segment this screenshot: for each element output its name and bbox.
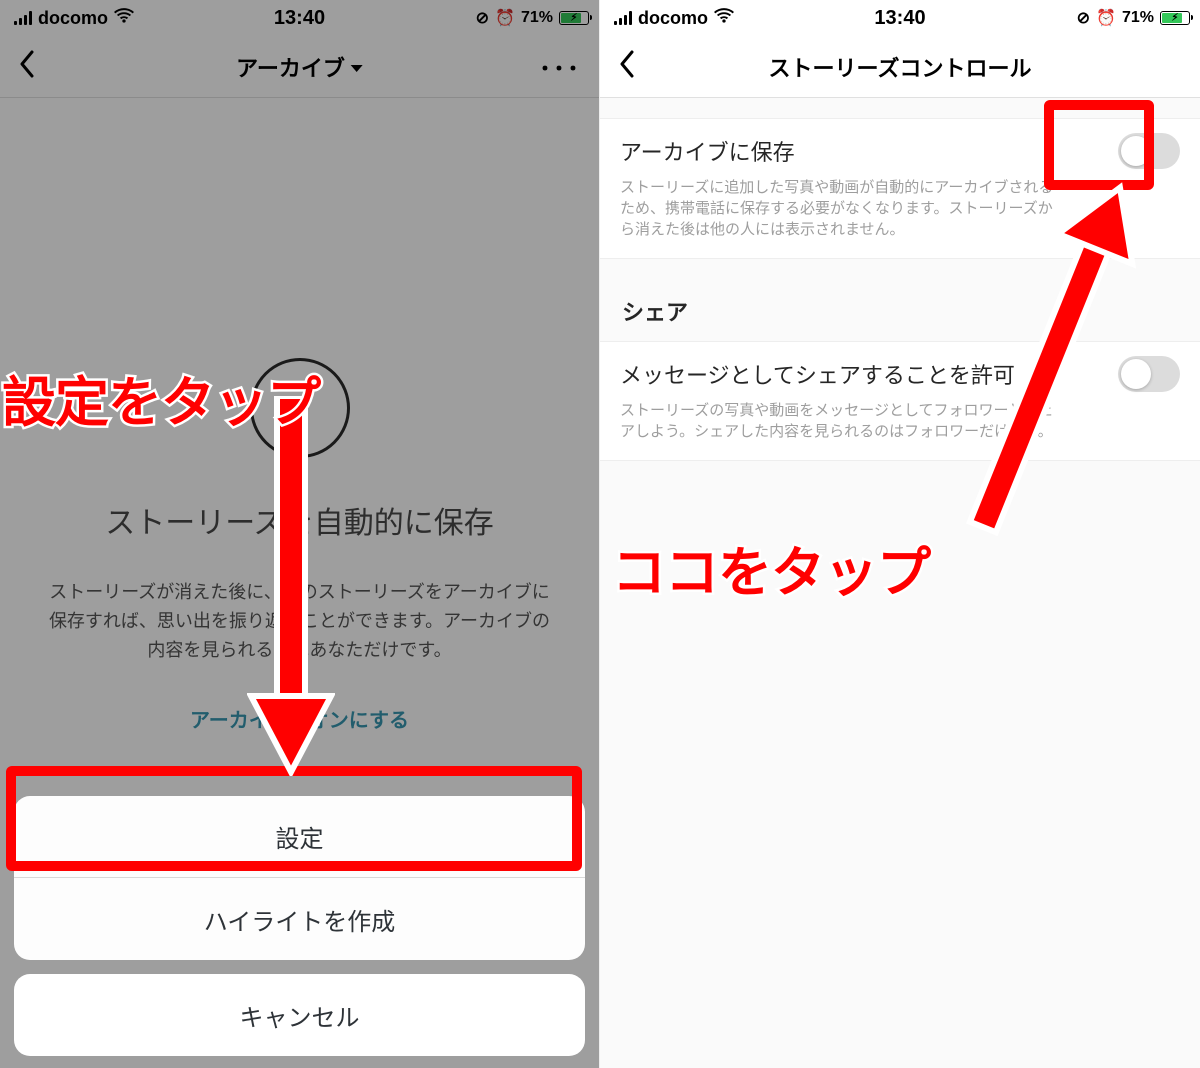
signal-bars-icon: [14, 11, 32, 25]
wifi-icon: [114, 8, 134, 29]
status-bar-right: docomo 13:40 ⊘ ⏰ 71% ⚡︎: [600, 0, 1200, 36]
red-highlight-settings: [6, 766, 582, 871]
right-phone-story-controls: docomo 13:40 ⊘ ⏰ 71% ⚡︎ ストーリーズコントロール アーカ…: [600, 0, 1200, 1068]
status-bar-left: docomo 13:40 ⊘ ⏰ 71% ⚡︎: [0, 0, 599, 36]
wifi-icon: [714, 8, 734, 29]
alarm-icon: ⏰: [1096, 8, 1116, 28]
signal-bars-icon: [614, 11, 632, 25]
sheet-cancel-button[interactable]: キャンセル: [14, 974, 585, 1056]
alarm-icon: ⏰: [495, 8, 515, 28]
red-arrow-diagonal: [944, 172, 1164, 562]
back-button[interactable]: [18, 50, 34, 83]
left-phone-archive: docomo 13:40 ⊘ ⏰ 71% ⚡︎ アーカイブ ･･･ ストーリーズ…: [0, 0, 600, 1068]
archive-save-label: アーカイブに保存: [620, 135, 795, 167]
status-time: 13:40: [874, 7, 925, 30]
red-arrow-down: [247, 396, 335, 776]
nav-bar-right: ストーリーズコントロール: [600, 36, 1200, 98]
nav-title-controls: ストーリーズコントロール: [769, 51, 1032, 83]
nav-bar-left: アーカイブ ･･･: [0, 36, 599, 98]
annotation-left: 設定をタップ: [2, 358, 320, 437]
carrier-label: docomo: [638, 8, 708, 29]
carrier-label: docomo: [38, 8, 108, 29]
battery-percent: 71%: [521, 9, 553, 27]
annotation-right: ココをタップ: [612, 528, 930, 607]
nav-title-archive[interactable]: アーカイブ: [236, 51, 363, 83]
back-button[interactable]: [618, 50, 634, 83]
orientation-lock-icon: ⊘: [1077, 8, 1090, 28]
battery-percent: 71%: [1122, 9, 1154, 27]
chevron-down-icon: [351, 65, 363, 72]
more-button[interactable]: ･･･: [539, 49, 581, 84]
sheet-highlight-button[interactable]: ハイライトを作成: [14, 878, 585, 960]
battery-icon: ⚡︎: [559, 11, 589, 25]
orientation-lock-icon: ⊘: [476, 8, 489, 28]
status-time: 13:40: [274, 7, 325, 30]
battery-icon: ⚡︎: [1160, 11, 1190, 25]
